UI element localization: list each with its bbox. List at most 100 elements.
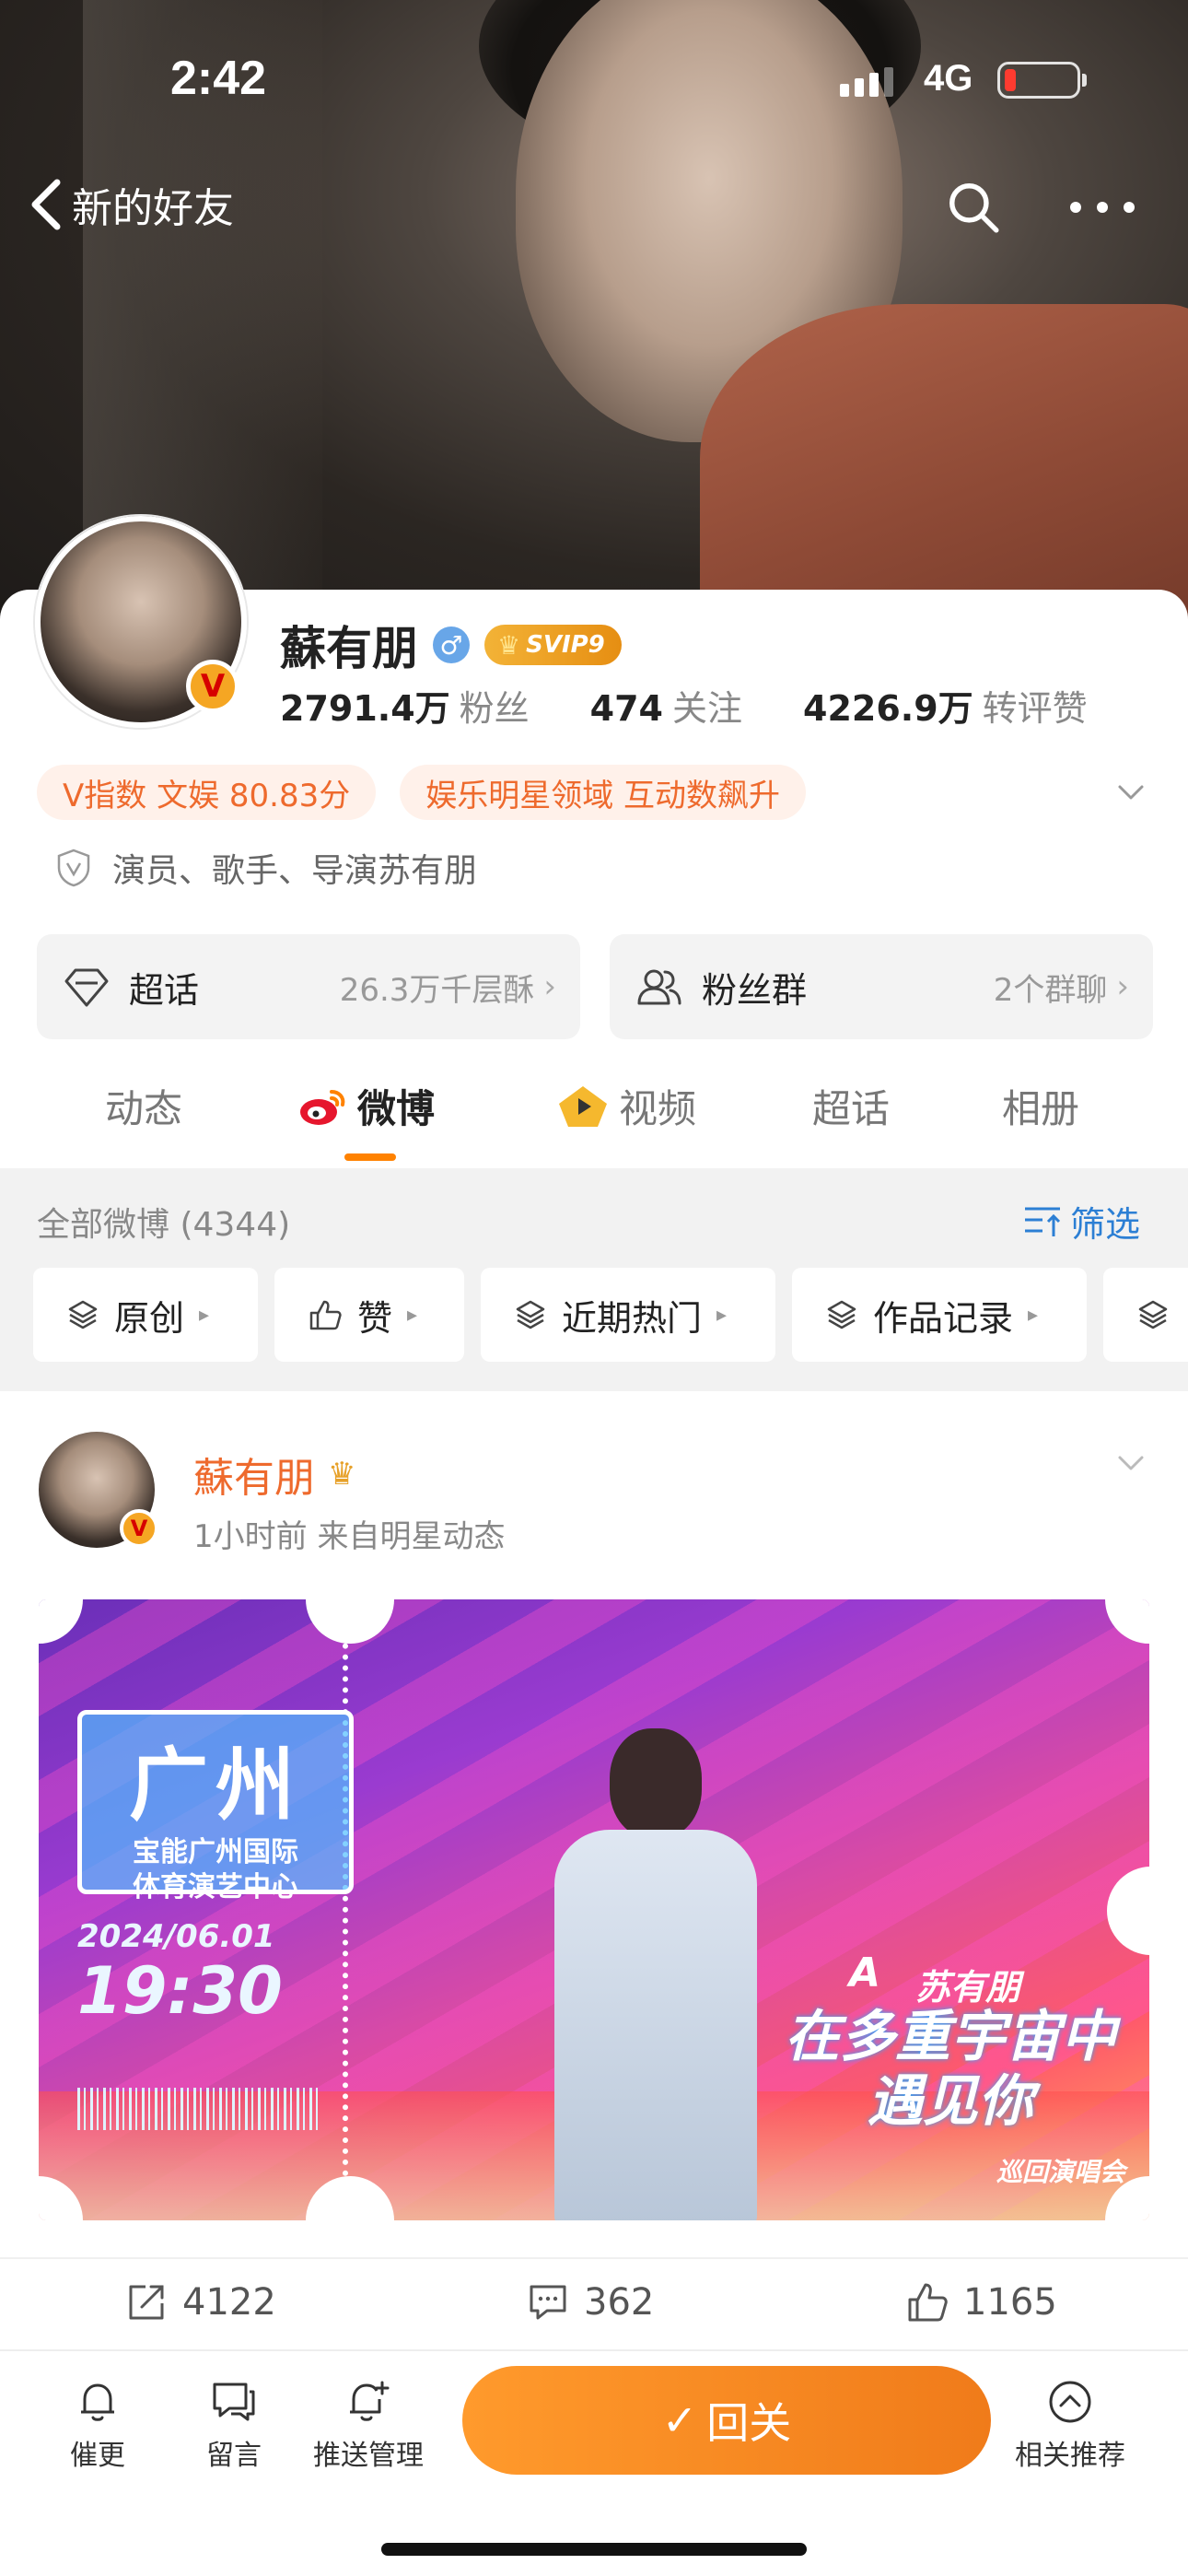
- chevron-left-icon: [31, 179, 61, 230]
- stat-fans[interactable]: 2791.4万 粉丝: [280, 680, 530, 731]
- bio-text: 演员、歌手、导演苏有朋: [112, 852, 478, 890]
- urge-update-label: 催更: [70, 2440, 125, 2472]
- chip-label: 原创: [114, 1297, 185, 1339]
- tab-dynamics[interactable]: 动态: [105, 1078, 182, 1134]
- chip-label: 作品记录: [873, 1297, 1014, 1339]
- filter-icon: [1025, 1207, 1061, 1236]
- tab-label: 微博: [357, 1086, 436, 1131]
- fan-group-aux: 2个群聊: [993, 971, 1108, 1009]
- profile-tabs: 动态 微博 视频 超话 相册: [0, 1069, 1188, 1170]
- chip-label: 赞: [357, 1297, 393, 1339]
- tab-weibo[interactable]: 微博: [297, 1078, 435, 1134]
- poster-tour-prefix: A: [849, 1950, 881, 1996]
- filter-button[interactable]: 筛选: [1022, 1196, 1140, 1247]
- message-button[interactable]: 留言: [206, 2377, 262, 2473]
- network-type: 4G: [924, 58, 973, 99]
- follow-back-button[interactable]: ✓ 回关: [462, 2366, 991, 2475]
- bell-icon: [81, 2383, 114, 2421]
- post-actions: 4122 362 1165: [0, 2257, 1188, 2349]
- poster-tour-name: 苏有朋: [915, 1967, 1021, 2008]
- post-avatar[interactable]: V: [39, 1432, 158, 1548]
- profile-tags: V指数 文娱 80.83分 娱乐明星领域 互动数飙升: [37, 765, 807, 820]
- profile-name-row: 蘇有朋 ♂ ♛ SVIP9: [280, 612, 622, 678]
- repost-count: 4122: [182, 2281, 276, 2324]
- battery-icon: [997, 62, 1087, 99]
- chip-more[interactable]: [1103, 1268, 1188, 1362]
- thumbs-up-icon: [908, 2283, 948, 2322]
- like-button[interactable]: 1165: [906, 2281, 1057, 2324]
- profile-bio: 演员、歌手、导演苏有朋: [55, 844, 477, 892]
- shield-icon: [57, 849, 90, 887]
- post-author-row[interactable]: 蘇有朋 ♛: [193, 1445, 355, 1504]
- chevron-right-icon: ›: [543, 968, 556, 1005]
- status-bar: 2:42 4G: [0, 51, 1188, 115]
- fan-group-box[interactable]: 粉丝群 2个群聊 ›: [610, 934, 1153, 1039]
- poster-city-box: 广州 宝能广州国际 体育演艺中心: [77, 1710, 354, 1903]
- feed-chips: 原创 ▸ 赞 ▸ 近期热门 ▸ 作品记录 ▸: [33, 1268, 1188, 1362]
- svip-badge[interactable]: ♛ SVIP9: [484, 625, 622, 665]
- tab-super-topic[interactable]: 超话: [812, 1078, 890, 1134]
- chip-original[interactable]: 原创 ▸: [33, 1268, 258, 1362]
- repost-button[interactable]: 4122: [125, 2281, 276, 2324]
- comment-icon: [530, 2285, 566, 2320]
- tab-active-indicator: [344, 1153, 396, 1161]
- caret-right-icon: ▸: [407, 1303, 418, 1327]
- profile-stats: 2791.4万 粉丝 474 关注 4226.9万 转评赞: [280, 680, 1088, 731]
- poster-city: 广州: [129, 1739, 302, 1832]
- caret-right-icon: ▸: [716, 1303, 728, 1327]
- push-settings-button[interactable]: 推送管理: [313, 2377, 424, 2473]
- comment-button[interactable]: 362: [527, 2281, 654, 2324]
- profile-name: 蘇有朋: [280, 622, 418, 675]
- super-topic-box[interactable]: 超话 26.3万千层酥 ›: [37, 934, 580, 1039]
- super-topic-title: 超话: [129, 969, 200, 1011]
- back-button[interactable]: 新的好友: [28, 175, 234, 234]
- stat-label: 转评赞: [982, 688, 1088, 729]
- chevron-down-icon[interactable]: [1112, 1445, 1149, 1481]
- verified-badge-icon: V: [186, 660, 239, 713]
- stat-interactions[interactable]: 4226.9万 转评赞: [803, 680, 1088, 731]
- poster-date: 2024/06.01: [77, 1918, 275, 1955]
- chip-likes[interactable]: 赞 ▸: [274, 1268, 464, 1362]
- poster-venue-line2: 体育演艺中心: [133, 1871, 298, 1903]
- post-author: 蘇有朋: [193, 1455, 315, 1502]
- poster-venue-line1: 宝能广州国际: [133, 1836, 298, 1868]
- status-time: 2:42: [170, 52, 267, 105]
- urge-update-button[interactable]: 催更: [70, 2377, 125, 2473]
- super-topic-aux: 26.3万千层酥: [339, 971, 535, 1009]
- layers-icon: [516, 1300, 545, 1329]
- chip-recent-hot[interactable]: 近期热门 ▸: [481, 1268, 775, 1362]
- push-settings-label: 推送管理: [313, 2440, 424, 2472]
- post-image-poster[interactable]: 广州 宝能广州国际 体育演艺中心 2024/06.01 19:30 A 苏有朋 …: [39, 1599, 1149, 2220]
- related-recommend-label: 相关推荐: [1015, 2440, 1125, 2472]
- layers-icon: [68, 1300, 98, 1329]
- weibo-count: 全部微博 (4344): [37, 1206, 291, 1244]
- v-index-tag[interactable]: V指数 文娱 80.83分: [37, 765, 377, 820]
- domain-tag[interactable]: 娱乐明星领域 互动数飙升: [400, 765, 807, 820]
- message-label: 留言: [206, 2440, 262, 2472]
- post-meta: 1小时前 来自明星动态: [193, 1518, 506, 1555]
- fan-group-title: 粉丝群: [702, 969, 808, 1011]
- caret-right-icon: ▸: [199, 1303, 210, 1327]
- group-icon: [637, 969, 681, 1005]
- search-icon[interactable]: [945, 179, 1002, 236]
- tab-label: 超话: [812, 1086, 891, 1131]
- poster-tour-title: 在多重宇宙中遇见你: [785, 2005, 1116, 2134]
- bell-plus-icon: [350, 2381, 390, 2421]
- weibo-icon: [300, 1089, 345, 1125]
- stat-value: 2791.4万: [280, 688, 450, 729]
- related-recommend-button[interactable]: 相关推荐: [1015, 2377, 1125, 2473]
- more-options-icon[interactable]: [1070, 184, 1135, 230]
- signal-icon: [840, 67, 893, 97]
- comment-count: 362: [584, 2281, 655, 2324]
- chevron-down-icon[interactable]: [1112, 774, 1149, 811]
- stat-following[interactable]: 474 关注: [590, 680, 742, 731]
- tab-album[interactable]: 相册: [1002, 1078, 1079, 1134]
- tab-label: 相册: [1002, 1086, 1080, 1131]
- tab-video[interactable]: 视频: [556, 1078, 696, 1134]
- avatar[interactable]: V: [35, 516, 247, 728]
- follow-back-label: 回关: [706, 2398, 792, 2448]
- back-label: 新的好友: [72, 185, 234, 232]
- verified-badge-icon: V: [120, 1509, 158, 1548]
- chip-works-record[interactable]: 作品记录 ▸: [792, 1268, 1087, 1362]
- stat-value: 474: [589, 688, 663, 729]
